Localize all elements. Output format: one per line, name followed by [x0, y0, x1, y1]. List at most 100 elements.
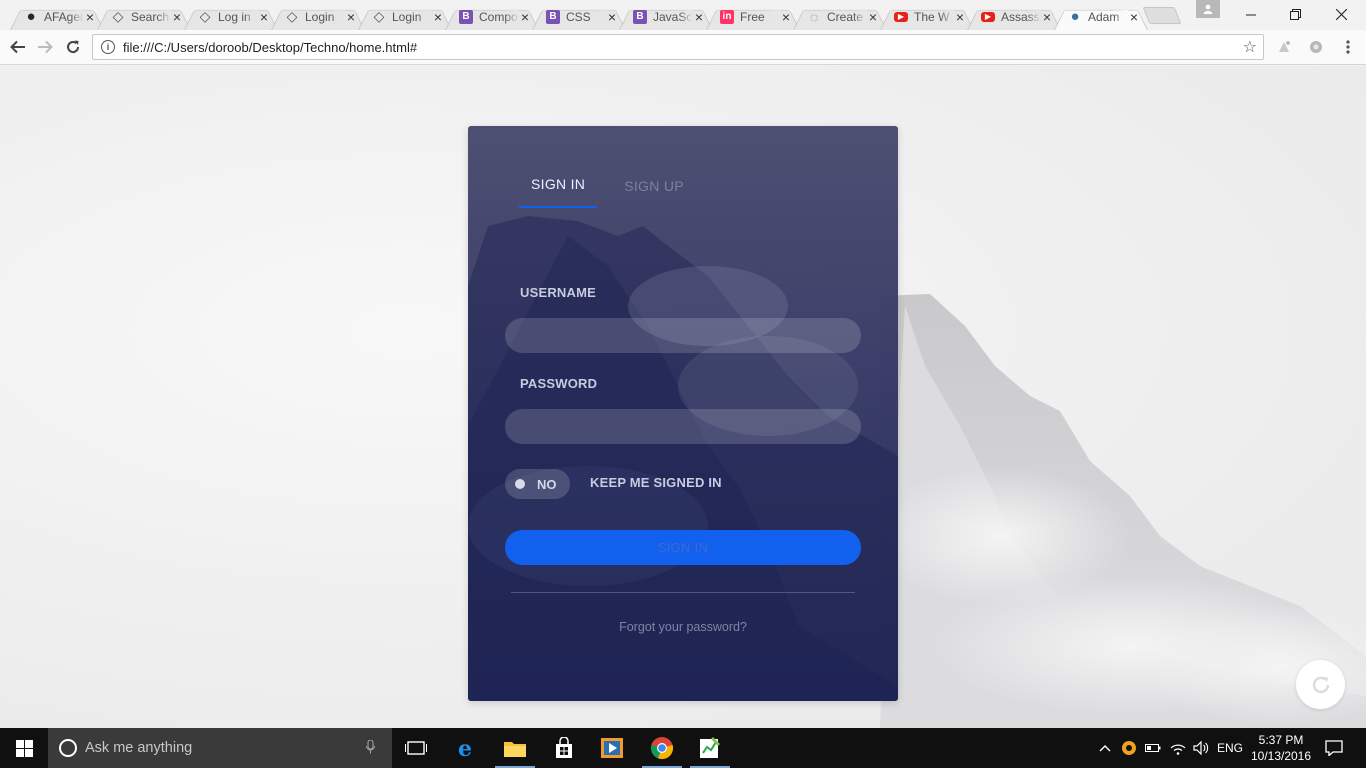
youtube-icon: ▶: [894, 11, 908, 22]
windows-taskbar: Ask me anything e ENG 5:37 PM 10/13/2016: [0, 728, 1366, 768]
tab-close-icon[interactable]: ×: [519, 9, 531, 25]
tab-close-icon[interactable]: ×: [84, 9, 96, 25]
bookmark-star-icon[interactable]: ☆: [1243, 37, 1257, 57]
toggle-knob: [515, 479, 525, 489]
login-card: SIGN IN SIGN UP USERNAME PASSWORD NO KEE…: [468, 126, 898, 701]
minimize-button[interactable]: [1228, 0, 1274, 29]
tab-close-icon[interactable]: ×: [432, 9, 444, 25]
keep-signed-in-toggle[interactable]: NO: [505, 469, 570, 499]
password-label: PASSWORD: [520, 376, 598, 391]
tab-close-icon[interactable]: ×: [1128, 9, 1140, 25]
file-explorer-icon[interactable]: [491, 728, 539, 768]
reload-button[interactable]: [61, 35, 85, 59]
loading-icon: ◌: [809, 8, 819, 25]
bootstrap-icon: B: [633, 9, 647, 24]
address-bar[interactable]: i file:///C:/Users/doroob/Desktop/Techno…: [92, 34, 1264, 60]
tab-close-icon[interactable]: ×: [780, 9, 792, 25]
language-indicator[interactable]: ENG: [1214, 728, 1246, 768]
tab-close-icon[interactable]: ×: [345, 9, 357, 25]
show-hidden-icons-chevron-icon[interactable]: [1096, 728, 1114, 768]
close-window-button[interactable]: [1318, 0, 1364, 29]
restore-button[interactable]: [1272, 0, 1318, 29]
tab-title: Free: [740, 9, 780, 24]
page-info-icon[interactable]: i: [101, 40, 115, 54]
browser-tab[interactable]: ◇ Login ×: [271, 3, 365, 30]
extension-icon[interactable]: [1275, 38, 1293, 56]
chrome-icon[interactable]: [638, 728, 686, 768]
volume-icon[interactable]: [1190, 728, 1212, 768]
browser-tab[interactable]: ● AFAgency×: [10, 3, 104, 30]
action-center-icon[interactable]: [1318, 728, 1350, 768]
media-player-icon[interactable]: [588, 728, 636, 768]
username-input[interactable]: [505, 318, 861, 353]
address-url[interactable]: file:///C:/Users/doroob/Desktop/Techno/h…: [123, 40, 1243, 55]
codepen-icon: ◇: [286, 8, 298, 24]
tab-title: Login: [392, 9, 432, 24]
tab-close-icon[interactable]: ×: [693, 9, 705, 25]
codepen-icon: ◇: [112, 8, 124, 24]
tab-close-icon[interactable]: ×: [954, 9, 966, 25]
browser-tab-strip: ●AFAgency×◇Search×◇Log in×◇Login×◇Login×…: [0, 0, 1366, 30]
tab-close-icon[interactable]: ×: [1041, 9, 1053, 25]
browser-tab[interactable]: ◇ Log in ×: [184, 3, 278, 30]
edge-browser-icon[interactable]: e: [443, 728, 491, 768]
browser-toolbar: i file:///C:/Users/doroob/Desktop/Techno…: [0, 30, 1366, 65]
system-clock[interactable]: 5:37 PM 10/13/2016: [1246, 732, 1316, 764]
browser-tab[interactable]: ▶ Assassin×: [967, 3, 1061, 30]
profile-icon[interactable]: [1196, 0, 1220, 18]
browser-tab[interactable]: ◇ Login ×: [358, 3, 452, 30]
browser-tab[interactable]: B JavaScript×: [619, 3, 713, 30]
tab-title: Login: [305, 9, 345, 24]
tab-title: Log in: [218, 9, 258, 24]
cortana-search-box[interactable]: Ask me anything: [48, 728, 392, 768]
sign-in-button[interactable]: SIGN IN: [505, 530, 861, 565]
tab-title: Create: [827, 9, 867, 24]
browser-tab[interactable]: ◇ Search ×: [97, 3, 191, 30]
tab-title: The W: [914, 9, 954, 24]
tab-title: Adam: [1088, 9, 1128, 24]
back-button[interactable]: [6, 35, 30, 59]
start-button[interactable]: [0, 728, 48, 768]
tab-title: CSS: [566, 9, 606, 24]
tab-title: Components: [479, 9, 519, 24]
microphone-icon[interactable]: [358, 739, 382, 757]
browser-tab[interactable]: ▶ The W ×: [880, 3, 974, 30]
tab-title: AFAgency: [44, 9, 84, 24]
wifi-icon[interactable]: [1167, 728, 1189, 768]
codepen-icon: ◇: [199, 8, 211, 24]
browser-tab[interactable]: in Free ×: [706, 3, 800, 30]
tab-close-icon[interactable]: ×: [867, 9, 879, 25]
editor-app-icon[interactable]: [686, 728, 734, 768]
browser-tab[interactable]: B CSS ×: [532, 3, 626, 30]
browser-tab[interactable]: ● Adam ×: [1054, 3, 1148, 30]
forgot-password-link[interactable]: Forgot your password?: [468, 620, 898, 634]
store-icon[interactable]: [540, 728, 588, 768]
refresh-float-button[interactable]: [1296, 660, 1345, 709]
toggle-state-label: NO: [537, 476, 557, 492]
tab-sign-in[interactable]: SIGN IN: [519, 176, 598, 208]
tab-sign-up[interactable]: SIGN UP: [612, 176, 696, 208]
tab-close-icon[interactable]: ×: [171, 9, 183, 25]
clock-date: 10/13/2016: [1250, 749, 1312, 763]
keep-signed-in-label: KEEP ME SIGNED IN: [590, 475, 722, 490]
browser-tab[interactable]: B Components×: [445, 3, 539, 30]
bootstrap-icon: B: [459, 9, 473, 24]
username-label: USERNAME: [520, 285, 596, 300]
forward-button[interactable]: [33, 35, 57, 59]
tab-close-icon[interactable]: ×: [258, 9, 270, 25]
divider: [511, 592, 855, 593]
github-icon: ●: [26, 8, 36, 25]
browser-tab[interactable]: ◌ Create ×: [793, 3, 887, 30]
extension-icon[interactable]: [1307, 38, 1325, 56]
youtube-icon: ▶: [981, 11, 995, 22]
windows-logo-icon: [15, 739, 33, 757]
tab-close-icon[interactable]: ×: [606, 9, 618, 25]
chrome-menu-icon[interactable]: [1339, 38, 1357, 56]
tray-app-icon[interactable]: [1118, 728, 1140, 768]
password-input[interactable]: [505, 409, 861, 444]
battery-icon[interactable]: [1143, 728, 1163, 768]
cortana-icon: [59, 739, 77, 757]
svg-text:e: e: [458, 737, 472, 759]
task-view-icon[interactable]: [392, 728, 440, 768]
new-tab-button[interactable]: [1142, 7, 1182, 24]
